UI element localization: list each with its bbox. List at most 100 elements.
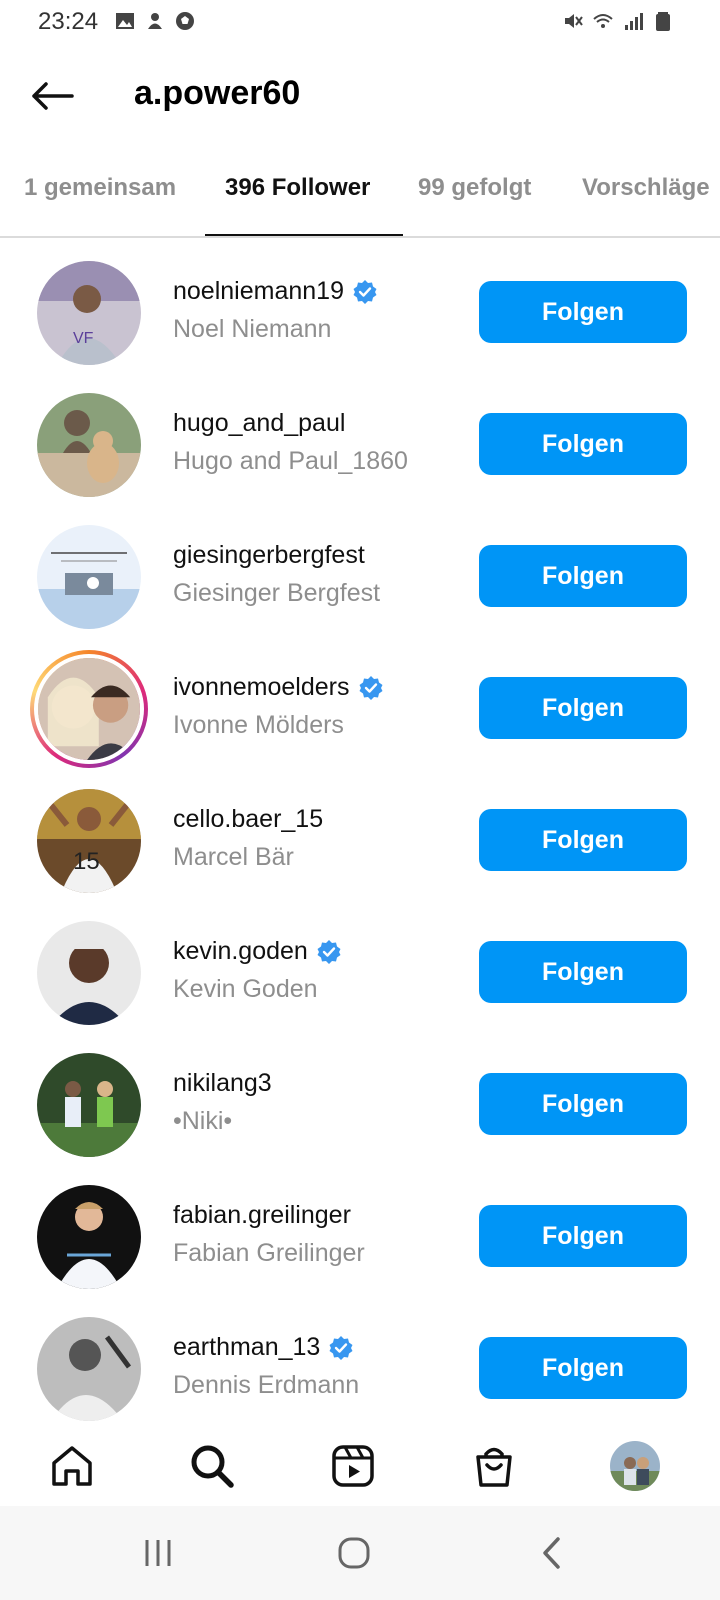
tab-suggestions[interactable]: Vorschläge <box>582 174 710 202</box>
follow-button[interactable]: Folgen <box>479 1205 687 1267</box>
user-full-name: Giesinger Bergfest <box>173 579 381 607</box>
bottom-nav <box>0 1426 720 1506</box>
follow-button[interactable]: Folgen <box>479 809 687 871</box>
user-full-name: Fabian Greilinger <box>173 1239 365 1267</box>
user-handle[interactable]: giesingerbergfest <box>173 541 365 570</box>
user-handle[interactable]: hugo_and_paul <box>173 409 345 438</box>
home-icon <box>52 1446 92 1486</box>
tab-followers[interactable]: 396 Follower <box>225 174 370 202</box>
user-handle[interactable]: ivonnemoelders <box>173 673 384 702</box>
follow-button[interactable]: Folgen <box>479 1073 687 1135</box>
avatar[interactable]: VF <box>37 261 141 365</box>
avatar[interactable] <box>37 1053 141 1157</box>
list-item[interactable]: nikilang3 •Niki• Folgen <box>0 1039 720 1171</box>
avatar[interactable] <box>37 393 141 497</box>
handle-text[interactable]: ivonnemoelders <box>173 673 350 702</box>
follow-button[interactable]: Folgen <box>479 1337 687 1399</box>
list-item[interactable]: ivonnemoelders Ivonne Mölders Folgen <box>0 643 720 775</box>
profile-avatar <box>610 1441 660 1491</box>
user-handle[interactable]: fabian.greilinger <box>173 1201 351 1230</box>
back-chevron-icon <box>543 1537 560 1569</box>
handle-text[interactable]: nikilang3 <box>173 1069 272 1098</box>
follower-list[interactable]: VF noelniemann19 Noel Niemann Folgen hug… <box>0 240 720 1426</box>
system-home-button[interactable] <box>324 1528 384 1578</box>
verified-badge-icon <box>317 939 341 964</box>
follow-button[interactable]: Folgen <box>479 413 687 475</box>
user-handle[interactable]: kevin.goden <box>173 937 342 966</box>
user-full-name: Noel Niemann <box>173 315 332 343</box>
user-full-name: Marcel Bär <box>173 843 294 871</box>
handle-text[interactable]: giesingerbergfest <box>173 541 365 570</box>
handle-text[interactable]: noelniemann19 <box>173 277 344 306</box>
nav-profile[interactable] <box>609 1440 661 1492</box>
user-full-name: Kevin Goden <box>173 975 318 1003</box>
wifi-icon <box>593 14 613 28</box>
battery-icon <box>656 12 670 31</box>
handle-text[interactable]: hugo_and_paul <box>173 409 345 438</box>
svg-text:15: 15 <box>73 848 100 875</box>
tab-following[interactable]: 99 gefolgt <box>418 174 531 202</box>
gallery-icon <box>116 13 134 29</box>
mute-icon <box>565 14 583 28</box>
list-item[interactable]: kevin.goden Kevin Goden Folgen <box>0 907 720 1039</box>
handle-text[interactable]: kevin.goden <box>173 937 308 966</box>
back-button[interactable] <box>26 74 78 118</box>
verified-badge-icon <box>329 1335 353 1360</box>
user-full-name: Dennis Erdmann <box>173 1371 360 1399</box>
avatar[interactable] <box>37 525 141 629</box>
follow-button[interactable]: Folgen <box>479 281 687 343</box>
list-item[interactable]: earthman_13 Dennis Erdmann Folgen <box>0 1303 720 1426</box>
user-handle[interactable]: noelniemann19 <box>173 277 378 306</box>
user-full-name: Ivonne Mölders <box>173 711 344 739</box>
app-notification-icon <box>148 13 162 29</box>
soccer-ball-icon <box>176 12 194 30</box>
user-handle[interactable]: nikilang3 <box>173 1069 272 1098</box>
signal-icon <box>625 13 643 30</box>
home-circle-icon <box>338 1537 370 1569</box>
svg-text:VF: VF <box>73 330 94 347</box>
follow-button[interactable]: Folgen <box>479 941 687 1003</box>
follow-button[interactable]: Folgen <box>479 545 687 607</box>
tab-mutual[interactable]: 1 gemeinsam <box>24 174 176 202</box>
page-title: a.power60 <box>134 74 301 112</box>
list-item[interactable]: 15 cello.baer_15 Marcel Bär Folgen <box>0 775 720 907</box>
user-full-name: •Niki• <box>173 1107 233 1135</box>
status-bar: 23:24 <box>0 0 720 44</box>
user-full-name: Hugo and Paul_1860 <box>173 447 408 475</box>
handle-text[interactable]: cello.baer_15 <box>173 805 323 834</box>
list-item[interactable]: VF noelniemann19 Noel Niemann Folgen <box>0 247 720 379</box>
nav-home[interactable] <box>46 1440 98 1492</box>
recent-apps-icon <box>145 1540 171 1566</box>
verified-badge-icon <box>353 279 377 304</box>
follow-button[interactable]: Folgen <box>479 677 687 739</box>
status-left-icons <box>114 10 196 32</box>
user-handle[interactable]: earthman_13 <box>173 1333 354 1362</box>
handle-text[interactable]: earthman_13 <box>173 1333 320 1362</box>
system-nav-bar <box>0 1506 720 1600</box>
list-item[interactable]: giesingerbergfest Giesinger Bergfest Fol… <box>0 511 720 643</box>
user-handle[interactable]: cello.baer_15 <box>173 805 323 834</box>
system-back-button[interactable] <box>522 1528 582 1578</box>
arrow-left-icon <box>32 82 74 110</box>
header: a.power60 <box>0 60 720 132</box>
tab-bar: 1 gemeinsam 396 Follower 99 gefolgt Vors… <box>0 162 720 238</box>
list-item[interactable]: fabian.greilinger Fabian Greilinger Folg… <box>0 1171 720 1303</box>
shop-icon <box>476 1447 512 1487</box>
status-right-icons <box>562 10 674 32</box>
active-tab-indicator <box>205 234 403 236</box>
avatar-with-story-ring[interactable] <box>30 650 148 768</box>
handle-text[interactable]: fabian.greilinger <box>173 1201 351 1230</box>
recent-apps-button[interactable] <box>128 1528 188 1578</box>
search-icon <box>191 1445 234 1488</box>
nav-shop[interactable] <box>468 1440 520 1492</box>
reels-icon <box>332 1445 374 1487</box>
avatar[interactable] <box>37 1185 141 1289</box>
nav-reels[interactable] <box>327 1440 379 1492</box>
avatar[interactable]: 15 <box>37 789 141 893</box>
list-item[interactable]: hugo_and_paul Hugo and Paul_1860 Folgen <box>0 379 720 511</box>
nav-search[interactable] <box>186 1440 238 1492</box>
verified-badge-icon <box>359 675 382 700</box>
avatar[interactable] <box>37 1317 141 1421</box>
avatar[interactable] <box>37 921 141 1025</box>
status-time: 23:24 <box>38 8 99 35</box>
